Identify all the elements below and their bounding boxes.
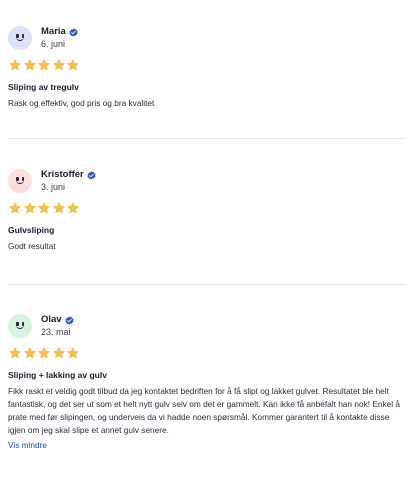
review-date: 6. juni bbox=[41, 39, 66, 49]
show-less-link[interactable]: Vis mindre bbox=[8, 439, 406, 452]
verified-badge-icon bbox=[69, 27, 78, 37]
star-icon bbox=[37, 201, 51, 215]
review-date: 23. mai bbox=[41, 327, 71, 337]
review-body: Fikk raskt et veldig godt tilbud da jeg … bbox=[8, 386, 401, 435]
divider bbox=[8, 138, 406, 139]
review-title: Gulvsliping bbox=[8, 225, 55, 235]
review-card: Olav 23. mai Sliping + lakking av gulv F… bbox=[8, 314, 406, 452]
review-body: Godt resultat bbox=[8, 241, 56, 251]
star-icon bbox=[37, 58, 51, 72]
star-rating bbox=[8, 58, 406, 72]
star-icon bbox=[23, 346, 37, 360]
star-icon bbox=[8, 58, 22, 72]
star-icon bbox=[23, 201, 37, 215]
star-icon bbox=[52, 58, 66, 72]
star-icon bbox=[66, 58, 80, 72]
star-icon bbox=[52, 346, 66, 360]
review-title: Sliping + lakking av gulv bbox=[8, 370, 107, 380]
avatar bbox=[8, 26, 32, 50]
star-icon bbox=[8, 201, 22, 215]
star-icon bbox=[23, 58, 37, 72]
review-title: Sliping av tregulv bbox=[8, 82, 79, 92]
verified-badge-icon bbox=[65, 315, 74, 325]
reviewer-name: Maria bbox=[41, 26, 66, 37]
divider bbox=[8, 284, 406, 285]
verified-badge-icon bbox=[87, 170, 96, 180]
star-icon bbox=[66, 346, 80, 360]
avatar bbox=[8, 314, 32, 338]
review-date: 3. juni bbox=[41, 182, 66, 192]
reviewer-name: Olav bbox=[41, 314, 62, 325]
star-icon bbox=[66, 201, 80, 215]
review-body: Rask og effektiv, god pris og bra kvalit… bbox=[8, 98, 155, 108]
star-rating bbox=[8, 346, 406, 360]
star-icon bbox=[37, 346, 51, 360]
review-card: Maria 6. juni Sliping av tregulv Rask og… bbox=[8, 26, 406, 110]
review-card: Kristoffer 3. juni Gulvsliping Godt resu… bbox=[8, 169, 406, 253]
reviewer-name: Kristoffer bbox=[41, 169, 84, 180]
avatar bbox=[8, 169, 32, 193]
star-icon bbox=[52, 201, 66, 215]
star-icon bbox=[8, 346, 22, 360]
star-rating bbox=[8, 201, 406, 215]
